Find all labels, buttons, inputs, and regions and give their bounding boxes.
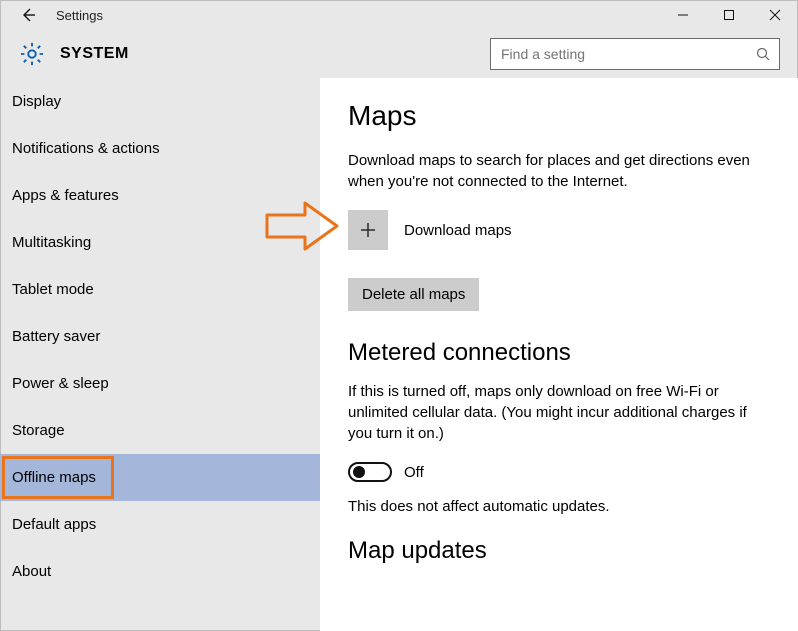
search-box[interactable] (490, 38, 780, 70)
back-button[interactable] (6, 0, 50, 30)
system-label: SYSTEM (60, 45, 129, 63)
sidebar-item-tablet-mode[interactable]: Tablet mode (0, 266, 320, 313)
sidebar-item-multitasking[interactable]: Multitasking (0, 219, 320, 266)
sidebar-item-label: Power & sleep (12, 375, 109, 392)
metered-toggle-state: Off (404, 464, 424, 481)
sidebar-item-apps[interactable]: Apps & features (0, 172, 320, 219)
close-button[interactable] (752, 0, 798, 30)
sidebar-item-label: Apps & features (12, 187, 119, 204)
sidebar-item-label: Display (12, 93, 61, 110)
sidebar-item-power-sleep[interactable]: Power & sleep (0, 360, 320, 407)
metered-description: If this is turned off, maps only downloa… (348, 381, 758, 444)
sidebar-item-label: Storage (12, 422, 65, 439)
sidebar-item-label: Default apps (12, 516, 96, 533)
delete-all-maps-button[interactable]: Delete all maps (348, 278, 479, 311)
sidebar-item-label: Tablet mode (12, 281, 94, 298)
gear-icon (12, 34, 52, 74)
sidebar-item-label: Multitasking (12, 234, 91, 251)
maps-description: Download maps to search for places and g… (348, 150, 758, 192)
metered-heading: Metered connections (348, 339, 778, 367)
header: SYSTEM (0, 30, 798, 78)
settings-window: Settings SYSTEM (0, 0, 798, 631)
body: Display Notifications & actions Apps & f… (0, 78, 798, 631)
sidebar-item-notifications[interactable]: Notifications & actions (0, 125, 320, 172)
download-maps-label: Download maps (404, 222, 512, 239)
content-pane: Maps Download maps to search for places … (320, 78, 798, 631)
toggle-knob (353, 466, 365, 478)
sidebar-item-default-apps[interactable]: Default apps (0, 501, 320, 548)
metered-toggle-row: Off (348, 462, 778, 482)
plus-icon (359, 221, 377, 239)
sidebar-item-label: About (12, 563, 51, 580)
search-input[interactable] (499, 45, 755, 63)
sidebar-item-about[interactable]: About (0, 548, 320, 595)
search-icon (755, 46, 771, 62)
maps-heading: Maps (348, 100, 778, 132)
back-arrow-icon (19, 6, 37, 24)
minimize-icon (677, 9, 689, 21)
sidebar: Display Notifications & actions Apps & f… (0, 78, 320, 631)
metered-note: This does not affect automatic updates. (348, 496, 758, 517)
minimize-button[interactable] (660, 0, 706, 30)
sidebar-item-offline-maps[interactable]: Offline maps (0, 454, 320, 501)
maximize-icon (723, 9, 735, 21)
maximize-button[interactable] (706, 0, 752, 30)
download-maps-row: Download maps (348, 210, 778, 250)
sidebar-item-label: Notifications & actions (12, 140, 160, 157)
metered-toggle[interactable] (348, 462, 392, 482)
sidebar-item-label: Battery saver (12, 328, 100, 345)
window-title: Settings (56, 8, 103, 23)
sidebar-item-battery-saver[interactable]: Battery saver (0, 313, 320, 360)
sidebar-item-display[interactable]: Display (0, 78, 320, 125)
titlebar: Settings (0, 0, 798, 30)
close-icon (769, 9, 781, 21)
download-maps-button[interactable] (348, 210, 388, 250)
sidebar-item-label: Offline maps (12, 469, 96, 486)
sidebar-item-storage[interactable]: Storage (0, 407, 320, 454)
map-updates-heading: Map updates (348, 537, 778, 565)
